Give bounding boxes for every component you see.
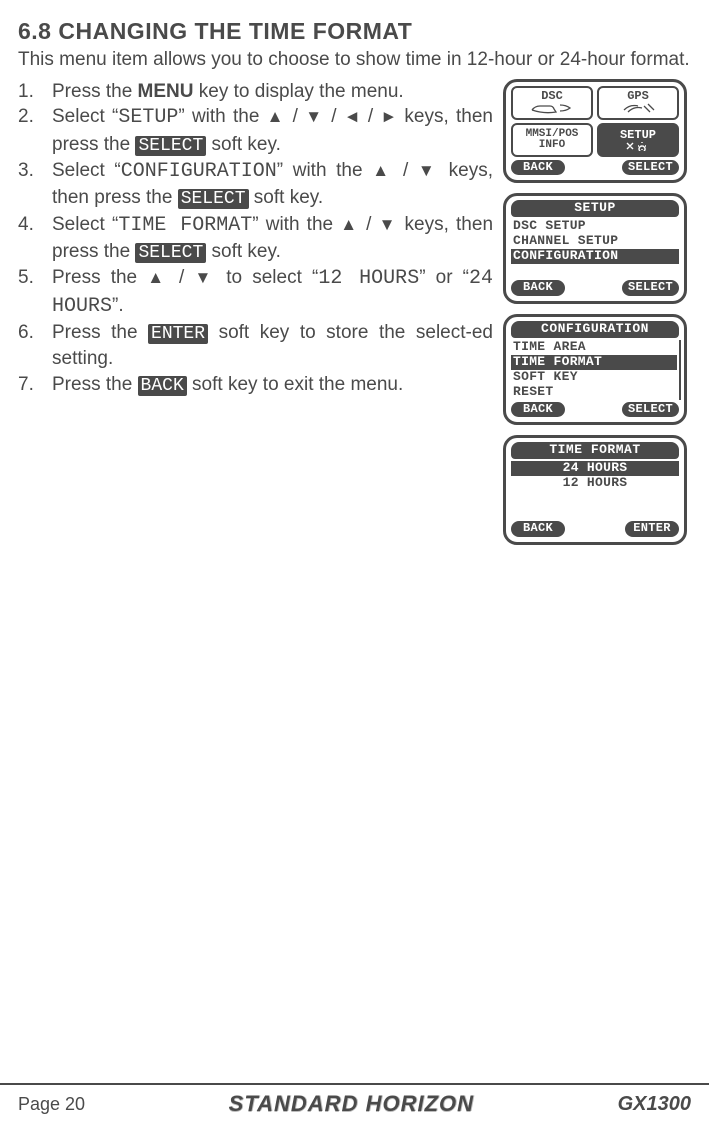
arrow-icon: ▲: [147, 268, 169, 287]
softkey-back: BACK: [511, 160, 565, 176]
page-footer: Page 20 STANDARD HORIZON GX1300: [0, 1083, 709, 1131]
softkey-back: BACK: [511, 402, 565, 418]
arrow-icon: ▼: [305, 107, 324, 126]
section-heading: 6.8 CHANGING THE TIME FORMAT: [18, 18, 691, 45]
step: 5.Press the ▲ / ▼ to select “12 HOURS” o…: [18, 265, 493, 319]
step-number: 2.: [18, 104, 52, 158]
screen-title: SETUP: [511, 200, 679, 217]
tile-setup-label: SETUP: [620, 129, 656, 141]
step-body: Press the ▲ / ▼ to select “12 HOURS” or …: [52, 265, 493, 319]
softkey-inline: BACK: [138, 376, 187, 396]
tile-mmsi-line2: INFO: [539, 140, 565, 151]
step: 1.Press the MENU key to display the menu…: [18, 79, 493, 105]
screen-time-format: TIME FORMAT 24 HOURS 12 HOURS BACK ENTER: [503, 435, 687, 545]
step: 2.Select “SETUP” with the ▲ / ▼ / ◄ / ► …: [18, 104, 493, 158]
softkey-inline: SELECT: [135, 136, 206, 156]
step-number: 4.: [18, 212, 52, 266]
screen-title: CONFIGURATION: [511, 321, 679, 338]
softkey-enter: ENTER: [625, 521, 679, 537]
screen-configuration: CONFIGURATION TIME AREA TIME FORMAT SOFT…: [503, 314, 687, 425]
listbox: TIME AREA TIME FORMAT SOFT KEY RESET: [509, 340, 681, 400]
tile-dsc-label: DSC: [541, 90, 563, 102]
option-12-hours: 12 HOURS: [511, 476, 679, 491]
step: 4.Select “TIME FORMAT” with the ▲ / ▼ ke…: [18, 212, 493, 266]
steps-list: 1.Press the MENU key to display the menu…: [18, 79, 493, 545]
softkey-back: BACK: [511, 280, 565, 296]
menu-item-configuration: CONFIGURATION: [511, 249, 679, 264]
menu-item-channel-setup: CHANNEL SETUP: [511, 234, 679, 249]
tile-mmsi-pos-info: MMSI/POS INFO: [511, 123, 593, 157]
menu-item-soft-key: SOFT KEY: [511, 370, 677, 385]
mono-text: CONFIGURATION: [121, 160, 277, 183]
softkey-select: SELECT: [622, 402, 679, 418]
arrow-icon: ►: [380, 107, 397, 126]
arrow-icon: ▲: [372, 161, 393, 180]
step-body: Press the BACK soft key to exit the menu…: [52, 372, 493, 398]
page-number: Page 20: [18, 1094, 85, 1115]
option-24-hours: 24 HOURS: [511, 461, 679, 476]
tile-setup: SETUP: [597, 123, 679, 157]
tile-gps-label: GPS: [627, 90, 649, 102]
screen-main-menu: DSC GPS MMSI/POS INFO: [503, 79, 687, 184]
softkey-back: BACK: [511, 521, 565, 537]
arrow-icon: ▼: [379, 215, 398, 234]
step-body: Select “SETUP” with the ▲ / ▼ / ◄ / ► ke…: [52, 104, 493, 158]
screens-column: DSC GPS MMSI/POS INFO: [503, 79, 691, 545]
step: 7.Press the BACK soft key to exit the me…: [18, 372, 493, 398]
arrow-icon: ▼: [418, 161, 439, 180]
arrow-icon: ▼: [194, 268, 216, 287]
menu-item-reset: RESET: [511, 385, 677, 400]
softkey-select: SELECT: [622, 280, 679, 296]
step: 6.Press the ENTER soft key to store the …: [18, 320, 493, 372]
step-number: 1.: [18, 79, 52, 105]
step-number: 5.: [18, 265, 52, 319]
step-number: 7.: [18, 372, 52, 398]
step-number: 6.: [18, 320, 52, 372]
tile-dsc: DSC: [511, 86, 593, 120]
dsc-ship-icon: [530, 102, 574, 116]
step-body: Press the MENU key to display the menu.: [52, 79, 493, 105]
screen-title: TIME FORMAT: [511, 442, 679, 459]
screen-setup: SETUP DSC SETUP CHANNEL SETUP CONFIGURAT…: [503, 193, 687, 304]
step-body: Select “CONFIGURATION” with the ▲ / ▼ ke…: [52, 158, 493, 212]
step: 3.Select “CONFIGURATION” with the ▲ / ▼ …: [18, 158, 493, 212]
model-number: GX1300: [618, 1093, 691, 1116]
step-body: Press the ENTER soft key to store the se…: [52, 320, 493, 372]
intro-text: This menu item allows you to choose to s…: [18, 47, 691, 73]
arrow-icon: ▲: [340, 215, 359, 234]
mono-text: 24 HOURS: [52, 267, 493, 317]
menu-key: MENU: [138, 81, 194, 102]
menu-item-time-format: TIME FORMAT: [511, 355, 677, 370]
menu-item-dsc-setup: DSC SETUP: [511, 219, 679, 234]
mono-text: SETUP: [118, 106, 178, 129]
mono-text: TIME FORMAT: [118, 214, 252, 237]
softkey-inline: SELECT: [135, 243, 206, 263]
softkey-select: SELECT: [622, 160, 679, 176]
softkey-inline: ENTER: [148, 324, 208, 344]
gps-satellite-icon: [618, 102, 658, 116]
tile-gps: GPS: [597, 86, 679, 120]
menu-item-time-area: TIME AREA: [511, 340, 677, 355]
step-number: 3.: [18, 158, 52, 212]
arrow-icon: ▲: [267, 107, 286, 126]
setup-tools-icon: [624, 141, 652, 151]
step-body: Select “TIME FORMAT” with the ▲ / ▼ keys…: [52, 212, 493, 266]
content-wrap: 1.Press the MENU key to display the menu…: [18, 79, 691, 545]
tile-mmsi-line1: MMSI/POS: [526, 129, 579, 140]
brand-logo: STANDARD HORIZON: [229, 1091, 474, 1117]
softkey-inline: SELECT: [178, 189, 249, 209]
arrow-icon: ◄: [344, 107, 361, 126]
mono-text: 12 HOURS: [318, 267, 419, 290]
